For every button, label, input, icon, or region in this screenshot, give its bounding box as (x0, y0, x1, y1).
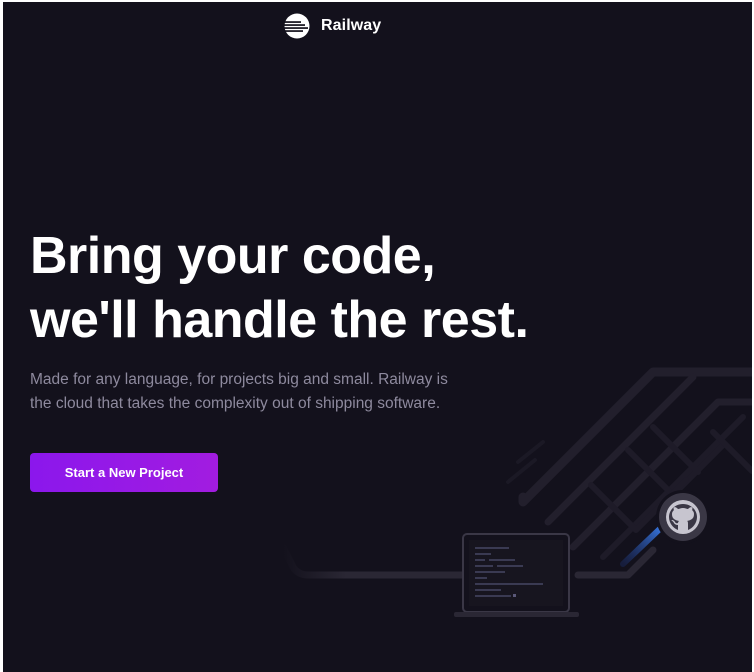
start-new-project-button[interactable]: Start a New Project (30, 453, 218, 492)
railway-logo-icon (284, 13, 310, 39)
top-nav: Railway (3, 2, 752, 48)
hero-title-line-1: Bring your code, (30, 227, 436, 285)
laptop-icon (454, 533, 579, 617)
page: Railway Bring your code, we'll handle th… (3, 2, 752, 672)
github-icon (656, 490, 710, 544)
brand-name: Railway (321, 17, 382, 34)
hero-illustration (279, 367, 752, 617)
brand-link[interactable]: Railway (284, 12, 381, 40)
